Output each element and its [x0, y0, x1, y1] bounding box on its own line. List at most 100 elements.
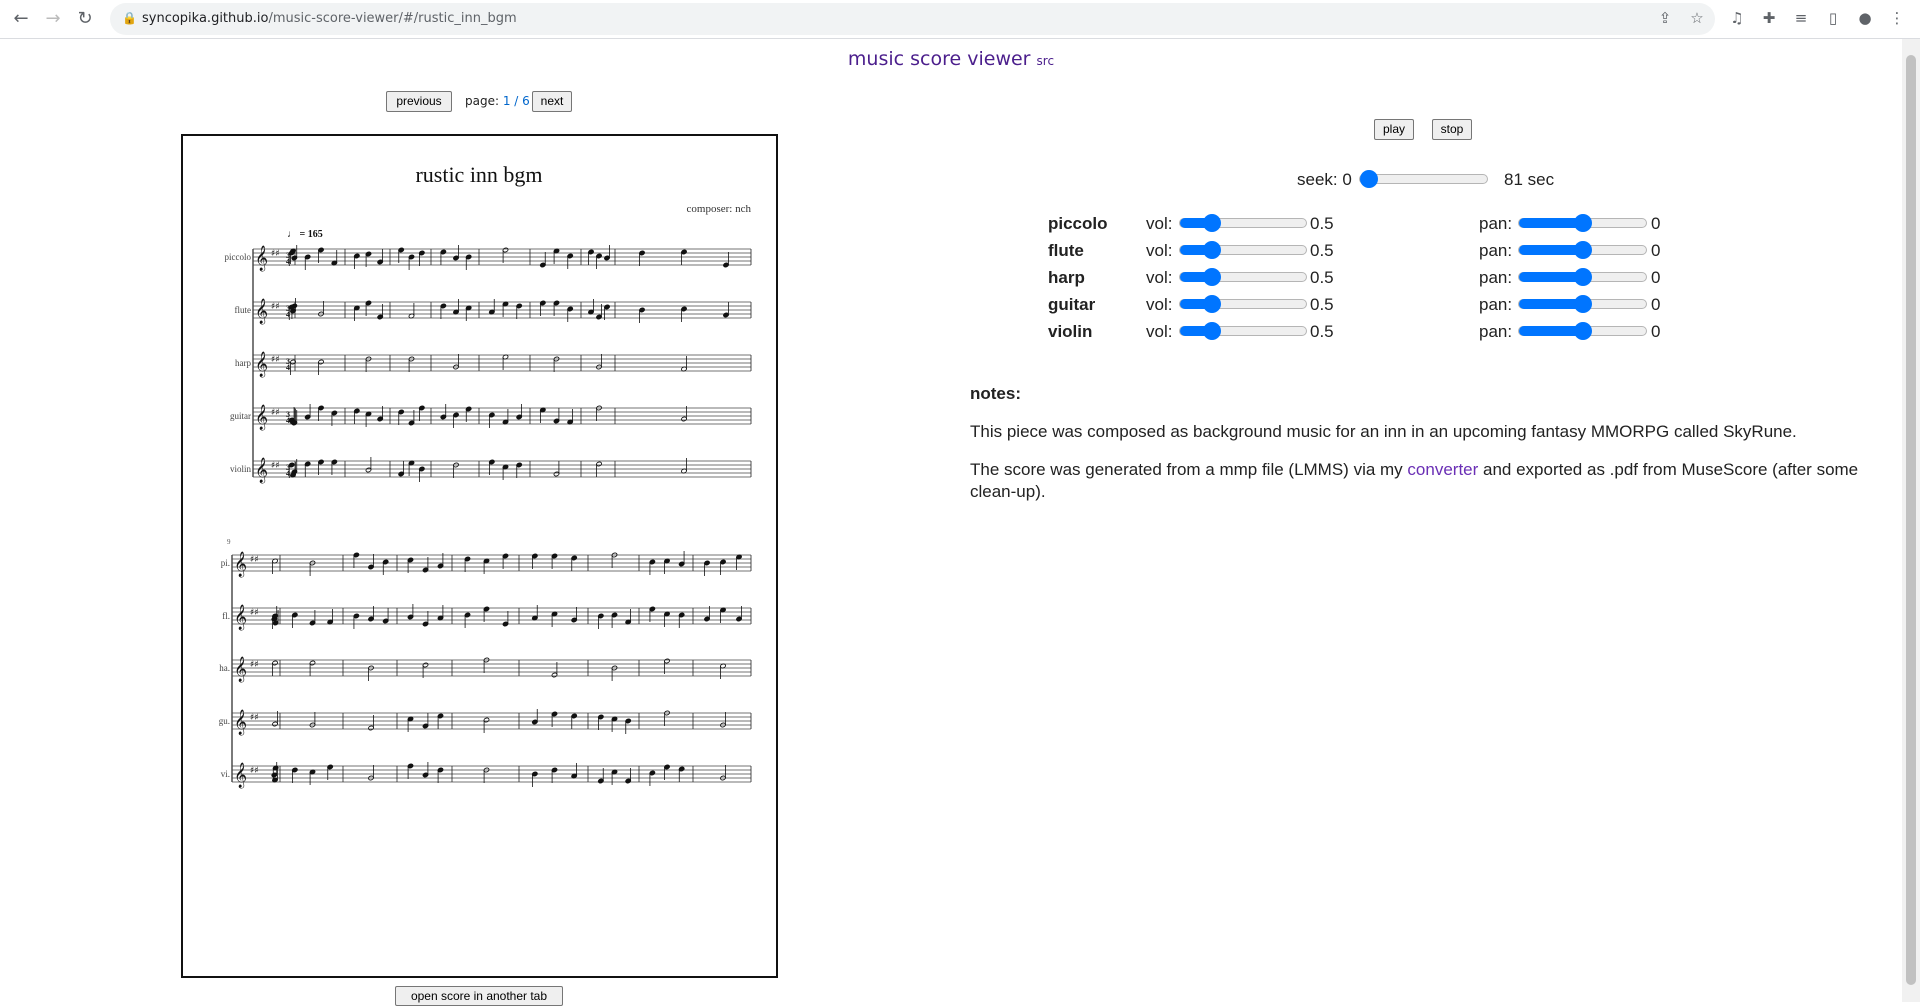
note [365, 411, 372, 427]
pan-slider[interactable] [1518, 268, 1647, 286]
volume-slider[interactable] [1179, 322, 1307, 340]
url-text: syncopika.github.io/music-score-viewer/#… [142, 11, 517, 26]
note [437, 767, 444, 783]
note [408, 410, 415, 426]
note [407, 763, 414, 779]
pan-value: 0 [1651, 241, 1661, 260]
note [639, 250, 645, 266]
seek-slider[interactable] [1359, 170, 1488, 188]
open-score-button[interactable]: open score in another tab [395, 986, 563, 1006]
note [551, 553, 558, 569]
pan-slider[interactable] [1518, 241, 1647, 259]
note [353, 613, 360, 629]
note [368, 606, 374, 622]
volume-thumb[interactable] [1202, 295, 1221, 313]
note [625, 718, 632, 734]
pan-thumb[interactable] [1574, 295, 1592, 313]
note [377, 406, 384, 422]
note [353, 305, 360, 321]
volume-thumb[interactable] [1202, 214, 1221, 232]
back-icon[interactable]: ← [9, 8, 33, 29]
vol-value: 0.5 [1310, 322, 1334, 341]
instrument-name: violin [1048, 322, 1093, 341]
previous-button[interactable]: previous [386, 91, 452, 112]
note [408, 460, 415, 476]
volume-slider[interactable] [1179, 268, 1307, 286]
volume-thumb[interactable] [1202, 268, 1221, 286]
note [502, 247, 509, 263]
side-panel-icon[interactable]: ▯ [1823, 9, 1843, 27]
seek-thumb[interactable] [1360, 170, 1378, 188]
pan-thumb[interactable] [1574, 214, 1592, 232]
pan-value: 0 [1651, 322, 1661, 341]
volume-thumb[interactable] [1202, 241, 1221, 259]
pan-slider[interactable] [1518, 214, 1647, 232]
play-button[interactable]: play [1374, 119, 1414, 140]
menu-icon[interactable]: ⋮ [1887, 9, 1907, 27]
note [723, 252, 729, 268]
pan-slider[interactable] [1518, 295, 1647, 313]
extensions-icon[interactable]: ✚ [1759, 9, 1779, 27]
profile-icon[interactable]: ● [1855, 9, 1875, 27]
address-bar[interactable]: 🔒 syncopika.github.io/music-score-viewer… [110, 3, 1715, 35]
note [553, 248, 560, 264]
note [488, 459, 495, 475]
next-button[interactable]: next [532, 91, 572, 112]
note [418, 405, 425, 421]
reload-icon[interactable]: ↻ [73, 8, 97, 29]
reading-list-icon[interactable]: ≡ [1791, 9, 1811, 27]
note [318, 459, 324, 475]
page-label: page: [465, 94, 500, 108]
vol-value: 0.5 [1310, 295, 1334, 314]
treble-clef-icon: 𝄞 [255, 298, 268, 324]
share-icon[interactable]: ⇪ [1655, 9, 1675, 27]
music-extension-icon[interactable]: ♫ [1727, 9, 1747, 27]
forward-icon[interactable]: → [41, 8, 65, 29]
volume-thumb[interactable] [1202, 322, 1221, 340]
note [664, 658, 670, 674]
note [418, 250, 425, 266]
note [639, 307, 645, 323]
note [408, 303, 415, 319]
star-icon[interactable]: ☆ [1687, 9, 1707, 27]
note [604, 304, 610, 320]
staff-label: piccolo [225, 252, 252, 262]
score-image: rustic inn bgm composer: nch ♩ = 165 9 p… [219, 162, 752, 788]
volume-slider[interactable] [1179, 295, 1307, 313]
browser-toolbar: ← → ↻ 🔒 syncopika.github.io/music-score-… [0, 0, 1920, 39]
stop-button[interactable]: stop [1432, 119, 1472, 140]
pan-value: 0 [1651, 214, 1661, 233]
note [327, 764, 334, 780]
note [309, 769, 316, 785]
key-signature: ♯♯ [271, 302, 280, 312]
note [539, 407, 546, 423]
note [704, 560, 710, 576]
pan-thumb[interactable] [1574, 268, 1592, 286]
src-link[interactable]: src [1037, 54, 1055, 68]
key-signature: ♯♯ [250, 608, 259, 618]
treble-clef-icon: 𝄞 [234, 762, 247, 788]
note [318, 247, 324, 263]
vol-label: vol: [1146, 322, 1173, 341]
note [488, 299, 495, 315]
treble-clef-icon: 𝄞 [255, 245, 268, 271]
note [625, 609, 632, 625]
staff-label: ha. [219, 663, 230, 673]
vol-label: vol: [1146, 214, 1173, 233]
pan-slider[interactable] [1518, 322, 1647, 340]
note [368, 554, 374, 570]
volume-slider[interactable] [1179, 241, 1307, 259]
note [272, 558, 278, 574]
staff: guitar 𝄞 ♯♯43 [230, 404, 752, 430]
pan-thumb[interactable] [1574, 322, 1592, 340]
treble-clef-icon: 𝄞 [234, 604, 247, 630]
volume-slider[interactable] [1179, 214, 1307, 232]
note [465, 406, 472, 422]
converter-link[interactable]: converter [1407, 460, 1478, 479]
scrollbar-thumb[interactable] [1906, 55, 1916, 985]
svg-text:3: 3 [286, 357, 290, 366]
pan-label: pan: [1479, 322, 1513, 341]
note [331, 250, 338, 266]
pan-thumb[interactable] [1574, 241, 1592, 259]
page-scrollbar[interactable] [1902, 39, 1920, 1002]
